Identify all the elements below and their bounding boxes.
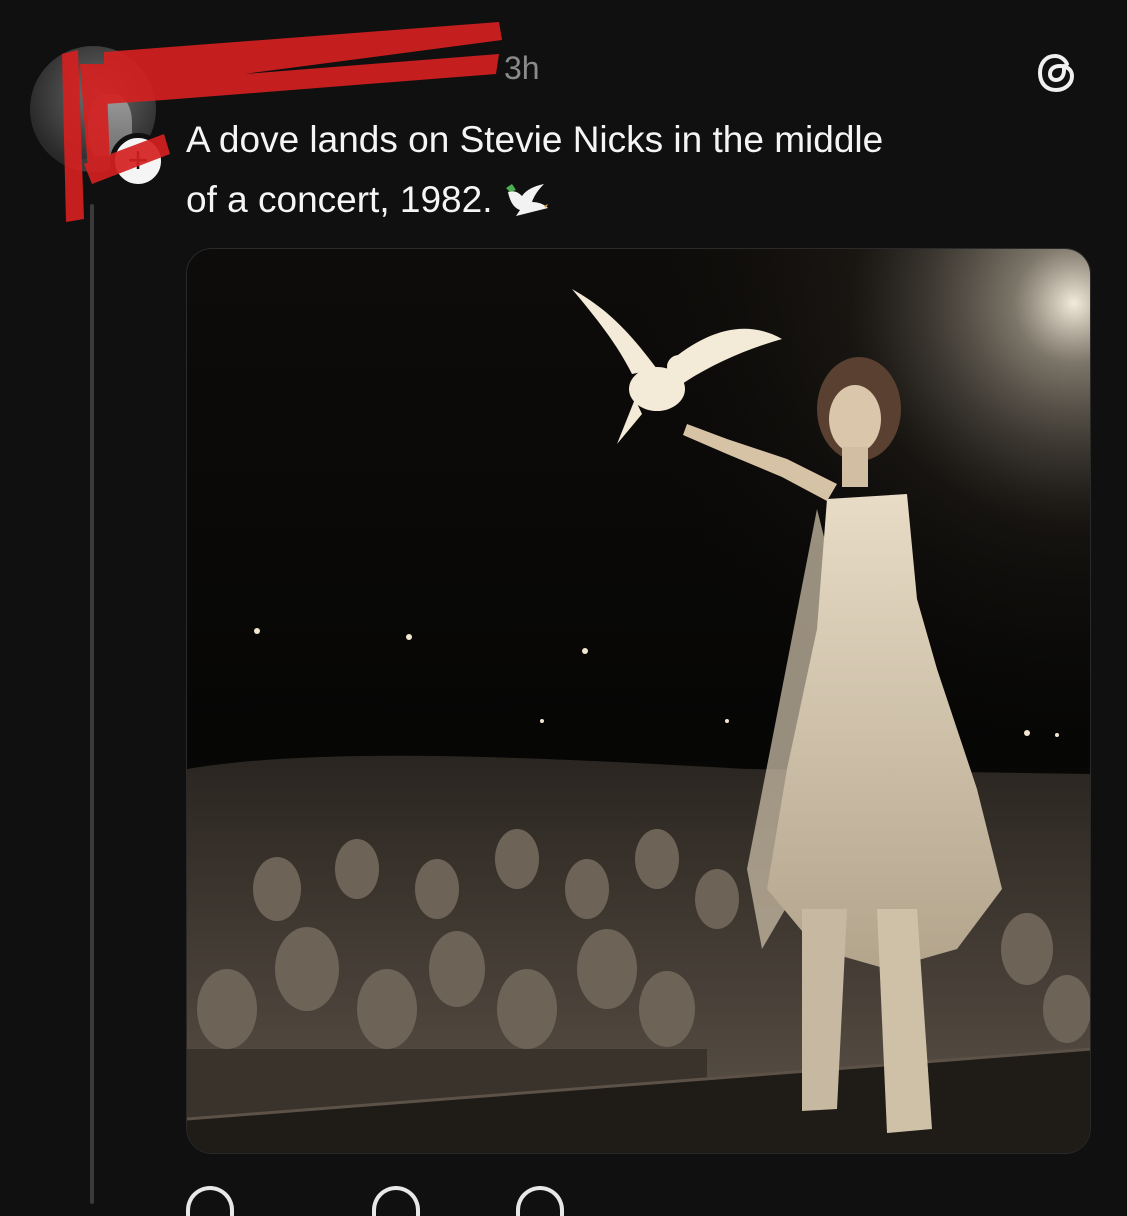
- caption-line-2: of a concert, 1982.: [186, 179, 493, 220]
- threads-post: + 3h A dove lands on Stevie Nicks in the…: [0, 0, 1127, 1216]
- repost-icon[interactable]: [516, 1186, 564, 1216]
- like-icon[interactable]: [186, 1186, 234, 1216]
- caption-line-2-wrap: of a concert, 1982.: [186, 170, 1086, 230]
- comment-icon[interactable]: [372, 1186, 420, 1216]
- concert-photo-illustration: [187, 249, 1090, 1153]
- post-photo[interactable]: [186, 248, 1091, 1154]
- caption-line-1: A dove lands on Stevie Nicks in the midd…: [186, 119, 884, 160]
- post-caption: A dove lands on Stevie Nicks in the midd…: [186, 110, 1086, 230]
- threads-logo-icon[interactable]: [1034, 50, 1080, 96]
- post-timestamp: 3h: [504, 50, 540, 86]
- dove-of-peace-emoji-icon: [506, 184, 549, 216]
- post-actions-bar: [186, 1186, 786, 1216]
- thread-connector-line: [90, 204, 94, 1204]
